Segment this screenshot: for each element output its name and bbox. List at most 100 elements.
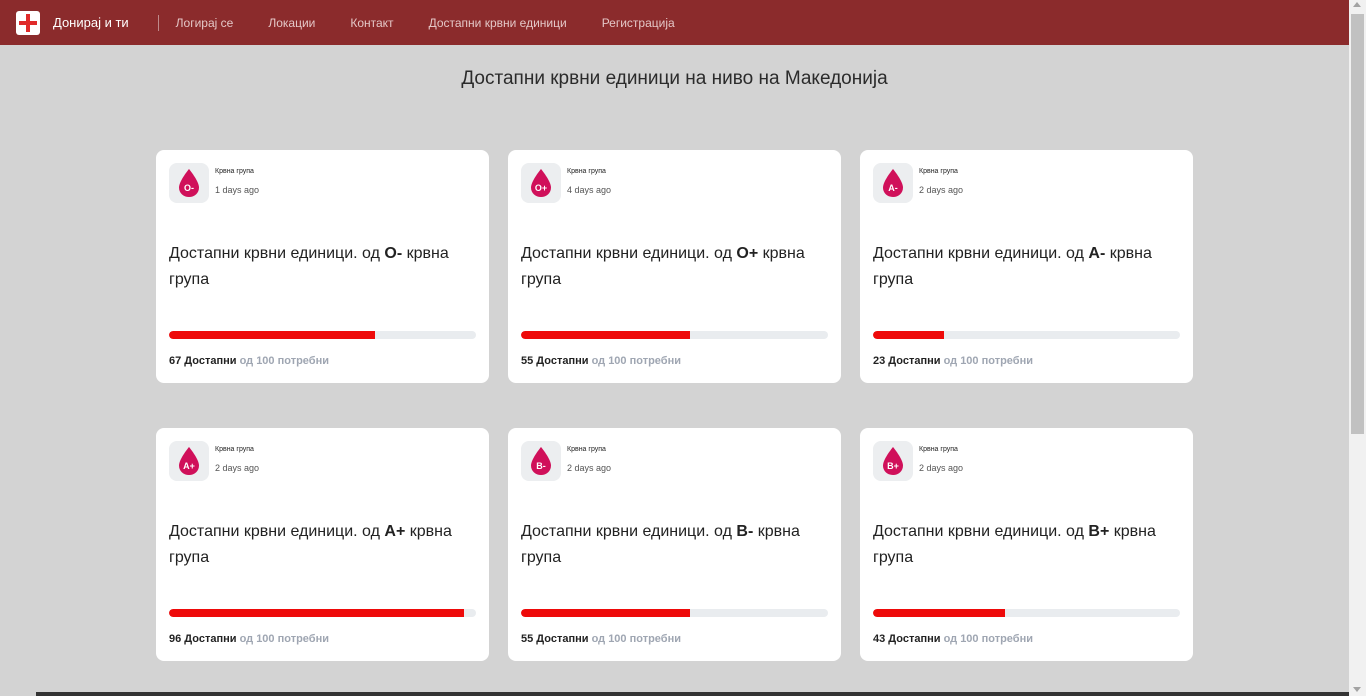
nav-links: Логирај се Локации Контакт Достапни крвн… bbox=[176, 16, 710, 30]
horizontal-scrollbar[interactable] bbox=[36, 692, 1349, 696]
blood-group-label: Крвна група bbox=[567, 168, 606, 175]
card-title-group: B- bbox=[736, 523, 754, 540]
card-title: Достапни крвни единици. од O+ крвна груп… bbox=[521, 241, 828, 293]
card-title: Достапни крвни единици. од A- крвна груп… bbox=[873, 241, 1180, 293]
blood-group-card: A- Крвна група 2 days ago Достапни крвни… bbox=[860, 150, 1193, 383]
card-title-group: B+ bbox=[1088, 523, 1110, 540]
needed-count: од 100 потребни bbox=[591, 355, 681, 367]
blood-group-icon-label: O+ bbox=[535, 183, 547, 193]
needed-count: од 100 потребни bbox=[591, 633, 681, 645]
card-meta: Крвна група 2 days ago bbox=[567, 441, 611, 473]
blood-group-label: Крвна група bbox=[919, 446, 958, 453]
nav-divider bbox=[157, 14, 159, 31]
availability-progress-bar bbox=[169, 331, 476, 339]
blood-group-icon-label: B- bbox=[536, 461, 546, 471]
brand-link[interactable]: Донирај и ти bbox=[16, 10, 129, 35]
blood-group-icon-box: A- bbox=[873, 163, 913, 203]
availability-progress-fill bbox=[521, 609, 690, 617]
availability-stat: 23 Достапни од 100 потребни bbox=[873, 355, 1033, 367]
card-title-group: A- bbox=[1088, 245, 1106, 262]
card-header: O+ Крвна група 4 days ago bbox=[521, 163, 828, 203]
blood-group-icon-box: B- bbox=[521, 441, 561, 481]
card-title-prefix: Достапни крвни единици. од bbox=[521, 245, 732, 262]
available-count: 23 Достапни bbox=[873, 355, 941, 367]
scroll-down-arrow-icon[interactable] bbox=[1353, 687, 1361, 692]
nav-link-available-units[interactable]: Достапни крвни единици bbox=[429, 16, 567, 30]
needed-count: од 100 потребни bbox=[239, 633, 329, 645]
red-cross-logo-icon bbox=[16, 10, 40, 35]
available-count: 67 Достапни bbox=[169, 355, 237, 367]
availability-progress-fill bbox=[873, 609, 1005, 617]
card-header: B- Крвна група 2 days ago bbox=[521, 441, 828, 481]
card-title-group: O+ bbox=[736, 245, 759, 262]
updated-time: 2 days ago bbox=[919, 463, 964, 473]
card-header: A- Крвна група 2 days ago bbox=[873, 163, 1180, 203]
availability-stat: 55 Достапни од 100 потребни bbox=[521, 633, 681, 645]
availability-progress-bar bbox=[521, 609, 828, 617]
blood-unit-cards: O- Крвна група 1 days ago Достапни крвни… bbox=[156, 150, 1193, 661]
updated-time: 2 days ago bbox=[567, 463, 612, 473]
available-count: 43 Достапни bbox=[873, 633, 941, 645]
availability-progress-bar bbox=[169, 609, 476, 617]
updated-time: 4 days ago bbox=[567, 185, 612, 195]
page-title: Достапни крвни единици на ниво на Македо… bbox=[461, 68, 888, 89]
vertical-scrollbar[interactable] bbox=[1349, 0, 1366, 696]
blood-group-icon-box: B+ bbox=[873, 441, 913, 481]
needed-count: од 100 потребни bbox=[239, 355, 329, 367]
availability-stat: 96 Достапни од 100 потребни bbox=[169, 633, 329, 645]
nav-link-contact[interactable]: Контакт bbox=[350, 16, 393, 30]
top-navbar: Донирај и ти Логирај се Локации Контакт … bbox=[0, 0, 1349, 45]
card-title: Достапни крвни единици. од A+ крвна груп… bbox=[169, 519, 476, 571]
blood-group-icon-label: B+ bbox=[887, 461, 899, 471]
card-title-group: O- bbox=[384, 245, 403, 262]
card-meta: Крвна група 2 days ago bbox=[919, 163, 963, 195]
blood-drop-icon: A- bbox=[883, 169, 903, 197]
blood-group-icon-box: A+ bbox=[169, 441, 209, 481]
nav-link-register[interactable]: Регистрација bbox=[602, 16, 675, 30]
scroll-up-arrow-icon[interactable] bbox=[1353, 2, 1361, 7]
blood-group-icon-label: A+ bbox=[183, 461, 195, 471]
card-title-prefix: Достапни крвни единици. од bbox=[873, 523, 1084, 540]
needed-count: од 100 потребни bbox=[943, 633, 1033, 645]
blood-group-card: O- Крвна група 1 days ago Достапни крвни… bbox=[156, 150, 489, 383]
card-header: A+ Крвна група 2 days ago bbox=[169, 441, 476, 481]
card-meta: Крвна група 2 days ago bbox=[919, 441, 963, 473]
updated-time: 2 days ago bbox=[919, 185, 964, 195]
card-title-prefix: Достапни крвни единици. од bbox=[169, 523, 380, 540]
blood-group-card: O+ Крвна група 4 days ago Достапни крвни… bbox=[508, 150, 841, 383]
nav-link-login[interactable]: Логирај се bbox=[176, 16, 234, 30]
card-title-prefix: Достапни крвни единици. од bbox=[521, 523, 732, 540]
blood-group-card: B- Крвна група 2 days ago Достапни крвни… bbox=[508, 428, 841, 661]
card-title: Достапни крвни единици. од O- крвна груп… bbox=[169, 241, 476, 293]
card-header: B+ Крвна група 2 days ago bbox=[873, 441, 1180, 481]
blood-group-label: Крвна група bbox=[215, 446, 254, 453]
scroll-thumb[interactable] bbox=[1351, 14, 1364, 434]
card-title-prefix: Достапни крвни единици. од bbox=[873, 245, 1084, 262]
blood-group-card: B+ Крвна група 2 days ago Достапни крвни… bbox=[860, 428, 1193, 661]
blood-group-label: Крвна група bbox=[919, 168, 958, 175]
card-title: Достапни крвни единици. од B- крвна груп… bbox=[521, 519, 828, 571]
card-title-prefix: Достапни крвни единици. од bbox=[169, 245, 380, 262]
blood-group-icon-box: O+ bbox=[521, 163, 561, 203]
availability-stat: 43 Достапни од 100 потребни bbox=[873, 633, 1033, 645]
blood-group-icon-label: O- bbox=[184, 183, 194, 193]
availability-progress-bar bbox=[873, 331, 1180, 339]
blood-group-icon-box: O- bbox=[169, 163, 209, 203]
blood-group-label: Крвна група bbox=[215, 168, 254, 175]
availability-progress-bar bbox=[873, 609, 1180, 617]
needed-count: од 100 потребни bbox=[943, 355, 1033, 367]
card-title: Достапни крвни единици. од B+ крвна груп… bbox=[873, 519, 1180, 571]
card-title-group: A+ bbox=[384, 523, 406, 540]
blood-drop-icon: O- bbox=[179, 169, 199, 197]
available-count: 96 Достапни bbox=[169, 633, 237, 645]
availability-progress-fill bbox=[169, 331, 375, 339]
availability-progress-bar bbox=[521, 331, 828, 339]
availability-progress-fill bbox=[169, 609, 464, 617]
available-count: 55 Достапни bbox=[521, 633, 589, 645]
availability-progress-fill bbox=[521, 331, 690, 339]
blood-drop-icon: O+ bbox=[531, 169, 551, 197]
nav-link-locations[interactable]: Локации bbox=[268, 16, 315, 30]
availability-progress-fill bbox=[873, 331, 944, 339]
updated-time: 2 days ago bbox=[215, 463, 260, 473]
card-meta: Крвна група 4 days ago bbox=[567, 163, 611, 195]
